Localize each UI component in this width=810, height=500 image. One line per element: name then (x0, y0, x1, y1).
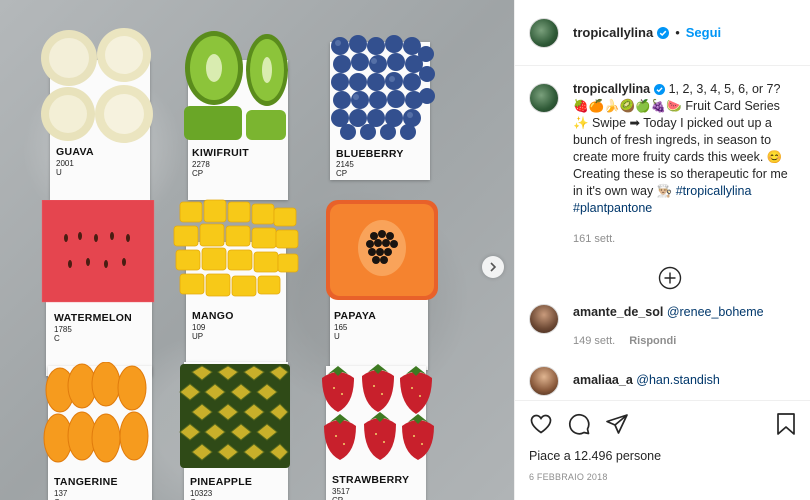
card-name: WATERMELON (54, 312, 133, 324)
card-name: KIWIFRUIT (192, 147, 249, 159)
plus-circle-icon[interactable] (658, 266, 682, 290)
strawberry-fruit (322, 364, 434, 460)
comment-mention[interactable]: @renee_boheme (667, 305, 764, 319)
caption-time: 161 sett. (573, 233, 616, 245)
bookmark-icon[interactable] (775, 412, 797, 436)
header-username[interactable]: tropicallylina (573, 25, 653, 40)
post-image[interactable]: GUAVA 2001 U KIWIFRUIT 2278 CP BLUEBERRY… (0, 0, 514, 500)
follow-button[interactable]: Segui (686, 25, 721, 40)
comment-mention[interactable]: @han.standish (636, 373, 720, 387)
chevron-right-icon (490, 262, 497, 272)
share-icon[interactable] (605, 412, 629, 436)
caption-body: 1, 2, 3, 4, 5, 6, or 7? 🍓🍊🍌🥝🍏🍇🍉 Fruit Ca… (573, 82, 788, 198)
next-slide-button[interactable] (482, 256, 504, 278)
guava-fruit (41, 28, 153, 143)
caption-username[interactable]: tropicallylina (573, 82, 650, 96)
card-name: PAPAYA (334, 310, 377, 322)
avatar[interactable] (529, 83, 559, 113)
avatar[interactable] (529, 304, 559, 334)
load-more[interactable] (543, 266, 797, 290)
blueberry-fruit (331, 35, 435, 140)
post-sidebar: tropicallylina • Segui tropicallylina 1,… (514, 0, 810, 500)
papaya-fruit (326, 200, 438, 300)
card-name: BLUEBERRY (336, 148, 404, 160)
post-date[interactable]: 6 FEBBRAIO 2018 (529, 472, 797, 482)
kiwifruit-fruit (184, 31, 288, 140)
card-code: 2001 U (56, 159, 74, 177)
card-code: 137 C (54, 489, 68, 500)
comment-time: 149 sett. (573, 335, 616, 347)
comment-username[interactable]: amaliaa_a (573, 373, 633, 387)
card-code: 2145 CP (336, 160, 354, 178)
comment-meta: 149 sett. Rispondi (573, 333, 764, 350)
verified-badge-icon (654, 84, 666, 95)
watermelon-fruit (41, 200, 155, 303)
comment-item: amaliaa_a @han.standish (529, 366, 797, 396)
action-bar: Piace a 12.496 persone 6 FEBBRAIO 2018 (515, 400, 810, 500)
caption-text: tropicallylina 1, 2, 3, 4, 5, 6, or 7? 🍓… (573, 81, 797, 248)
likes-count[interactable]: Piace a 12.496 persone (529, 449, 797, 463)
mango-fruit (173, 199, 299, 297)
verified-badge-icon (657, 26, 670, 39)
post-header: tropicallylina • Segui (515, 0, 810, 66)
card-name: GUAVA (56, 146, 94, 158)
card-code: 2278 CP (192, 160, 210, 178)
comments-section[interactable]: tropicallylina 1, 2, 3, 4, 5, 6, or 7? 🍓… (515, 67, 810, 400)
comment-item: amante_de_sol @renee_boheme 149 sett. Ris… (529, 304, 797, 350)
avatar[interactable] (529, 366, 559, 396)
comment-icon[interactable] (567, 412, 591, 436)
pineapple-fruit (179, 364, 290, 468)
card-code: 1785 C (54, 325, 72, 343)
card-name: PINEAPPLE (190, 476, 253, 488)
card-code: 165 U (334, 323, 348, 341)
caption: tropicallylina 1, 2, 3, 4, 5, 6, or 7? 🍓… (529, 81, 797, 248)
action-icons (529, 411, 797, 437)
avatar[interactable] (529, 17, 559, 48)
tangerine-fruit (43, 362, 149, 463)
card-name: STRAWBERRY (332, 474, 410, 486)
card-name: TANGERINE (54, 476, 118, 488)
separator-dot: • (675, 25, 680, 40)
hashtag-link[interactable]: #plantpantone (573, 201, 652, 215)
heart-icon[interactable] (529, 412, 553, 436)
card-code: 10323 C (190, 489, 213, 500)
card-code: 109 UP (192, 323, 206, 341)
hashtag-link[interactable]: #tropicallylina (676, 184, 752, 198)
comment-username[interactable]: amante_de_sol (573, 305, 663, 319)
reply-button[interactable]: Rispondi (629, 335, 676, 347)
card-name: MANGO (192, 310, 234, 322)
card-code: 3517 CP (332, 487, 350, 500)
